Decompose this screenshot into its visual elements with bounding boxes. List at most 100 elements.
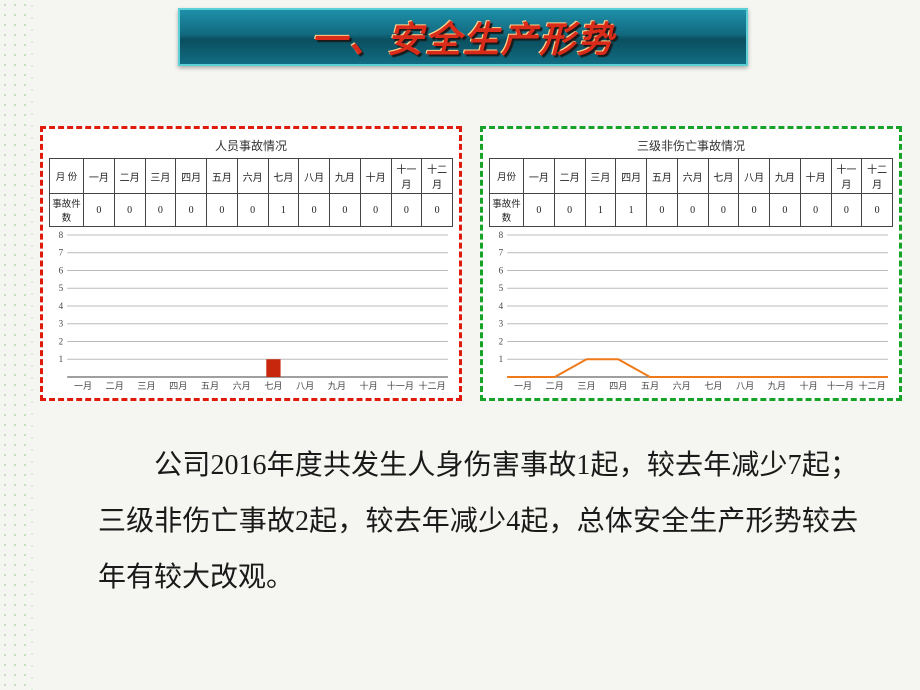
svg-text:六月: 六月 — [233, 380, 251, 391]
svg-text:3: 3 — [499, 319, 504, 329]
table-row: 事故件数 0 0 0 0 0 0 1 0 0 0 0 0 — [50, 194, 453, 227]
svg-text:十一月: 十一月 — [387, 380, 414, 391]
table-row: 月 份 一月 二月 三月 四月 五月 六月 七月 八月 九月 十月 十一月 十二… — [50, 159, 453, 194]
table-row: 事故件数 0 0 1 1 0 0 0 0 0 0 0 0 — [490, 194, 893, 227]
svg-text:十月: 十月 — [800, 380, 818, 391]
table-cell: 0 — [237, 194, 268, 227]
svg-text:4: 4 — [59, 301, 64, 311]
bar-chart-svg: 12345678一月二月三月四月五月六月七月八月九月十月十一月十二月 — [49, 229, 453, 394]
table-cell: 0 — [862, 194, 893, 227]
table-header: 十月 — [800, 159, 831, 194]
svg-text:5: 5 — [499, 283, 504, 293]
table-cell: 0 — [739, 194, 770, 227]
chart-level3-title: 三级非伤亡事故情况 — [489, 135, 893, 158]
svg-text:三月: 三月 — [137, 381, 155, 391]
table-cell: 0 — [800, 194, 831, 227]
chart-personnel-title: 人员事故情况 — [49, 135, 453, 158]
svg-text:九月: 九月 — [768, 381, 786, 391]
svg-text:5: 5 — [59, 283, 64, 293]
svg-text:二月: 二月 — [106, 381, 124, 391]
svg-text:六月: 六月 — [673, 380, 691, 391]
svg-text:8: 8 — [59, 230, 64, 240]
table-cell: 0 — [207, 194, 238, 227]
svg-text:一月: 一月 — [514, 381, 532, 391]
table-cell: 0 — [299, 194, 330, 227]
table-cell: 0 — [145, 194, 176, 227]
table-cell: 0 — [422, 194, 453, 227]
body-para-text: 公司2016年度共发生人身伤害事故1起，较去年减少7起；三级非伤亡事故2起，较去… — [98, 450, 858, 593]
decor-dots-left — [0, 0, 26, 690]
table-header: 二月 — [554, 159, 585, 194]
table-header: 七月 — [268, 159, 299, 194]
svg-text:3: 3 — [59, 319, 64, 329]
svg-text:九月: 九月 — [328, 381, 346, 391]
svg-text:十二月: 十二月 — [858, 380, 885, 391]
svg-text:十二月: 十二月 — [418, 380, 445, 391]
table-header: 六月 — [677, 159, 708, 194]
table-header: 六月 — [237, 159, 268, 194]
table-cell: 1 — [616, 194, 647, 227]
table-header: 四月 — [176, 159, 207, 194]
table-header: 三月 — [585, 159, 616, 194]
table-cell: 0 — [647, 194, 678, 227]
svg-text:五月: 五月 — [201, 381, 219, 391]
line-chart-svg: 12345678一月二月三月四月五月六月七月八月九月十月十一月十二月 — [489, 229, 893, 394]
svg-text:八月: 八月 — [296, 381, 314, 391]
svg-text:1: 1 — [499, 354, 504, 364]
svg-text:七月: 七月 — [264, 381, 282, 391]
table-header: 四月 — [616, 159, 647, 194]
table-cell: 0 — [330, 194, 361, 227]
title-banner: 一、安全生产形势 — [178, 8, 748, 66]
table-header: 十二月 — [862, 159, 893, 194]
table-header: 七月 — [708, 159, 739, 194]
table-header-month: 月 份 — [50, 159, 84, 194]
table-header: 五月 — [647, 159, 678, 194]
chart-personnel-plot: 12345678一月二月三月四月五月六月七月八月九月十月十一月十二月 — [49, 229, 453, 394]
table-cell: 0 — [84, 194, 115, 227]
table-cell: 0 — [708, 194, 739, 227]
svg-text:2: 2 — [499, 337, 504, 347]
table-cell: 0 — [114, 194, 145, 227]
table-header: 九月 — [770, 159, 801, 194]
svg-text:五月: 五月 — [641, 381, 659, 391]
svg-text:七月: 七月 — [704, 381, 722, 391]
table-cell: 0 — [677, 194, 708, 227]
table-header: 八月 — [299, 159, 330, 194]
chart-level3-plot: 12345678一月二月三月四月五月六月七月八月九月十月十一月十二月 — [489, 229, 893, 394]
table-header: 十一月 — [391, 159, 422, 194]
chart-personnel: 人员事故情况 月 份 一月 二月 三月 四月 五月 六月 七月 八月 九月 十月… — [40, 126, 462, 401]
svg-text:2: 2 — [59, 337, 64, 347]
table-header: 二月 — [114, 159, 145, 194]
chart-personnel-table: 月 份 一月 二月 三月 四月 五月 六月 七月 八月 九月 十月 十一月 十二… — [49, 158, 453, 227]
table-header: 一月 — [524, 159, 555, 194]
svg-text:四月: 四月 — [609, 381, 627, 391]
table-row: 月份 一月 二月 三月 四月 五月 六月 七月 八月 九月 十月 十一月 十二月 — [490, 159, 893, 194]
page-title: 一、安全生产形势 — [311, 11, 615, 63]
table-header: 十一月 — [831, 159, 862, 194]
table-header: 十二月 — [422, 159, 453, 194]
table-header-count: 事故件数 — [490, 194, 524, 227]
table-header: 九月 — [330, 159, 361, 194]
svg-text:一月: 一月 — [74, 381, 92, 391]
table-cell: 0 — [360, 194, 391, 227]
table-cell: 0 — [554, 194, 585, 227]
table-cell: 0 — [176, 194, 207, 227]
table-header: 一月 — [84, 159, 115, 194]
svg-text:1: 1 — [59, 354, 64, 364]
svg-text:八月: 八月 — [736, 381, 754, 391]
table-cell: 0 — [391, 194, 422, 227]
table-cell: 0 — [831, 194, 862, 227]
body-paragraph: 公司2016年度共发生人身伤害事故1起，较去年减少7起；三级非伤亡事故2起，较去… — [98, 438, 858, 606]
svg-text:三月: 三月 — [577, 381, 595, 391]
svg-text:7: 7 — [499, 248, 504, 258]
table-header: 十月 — [360, 159, 391, 194]
svg-text:十月: 十月 — [360, 380, 378, 391]
table-header: 三月 — [145, 159, 176, 194]
svg-text:6: 6 — [59, 266, 64, 276]
svg-text:二月: 二月 — [546, 381, 564, 391]
svg-text:四月: 四月 — [169, 381, 187, 391]
table-cell: 1 — [585, 194, 616, 227]
svg-text:8: 8 — [499, 230, 504, 240]
decor-dots-left-fade — [26, 0, 38, 690]
table-cell: 1 — [268, 194, 299, 227]
